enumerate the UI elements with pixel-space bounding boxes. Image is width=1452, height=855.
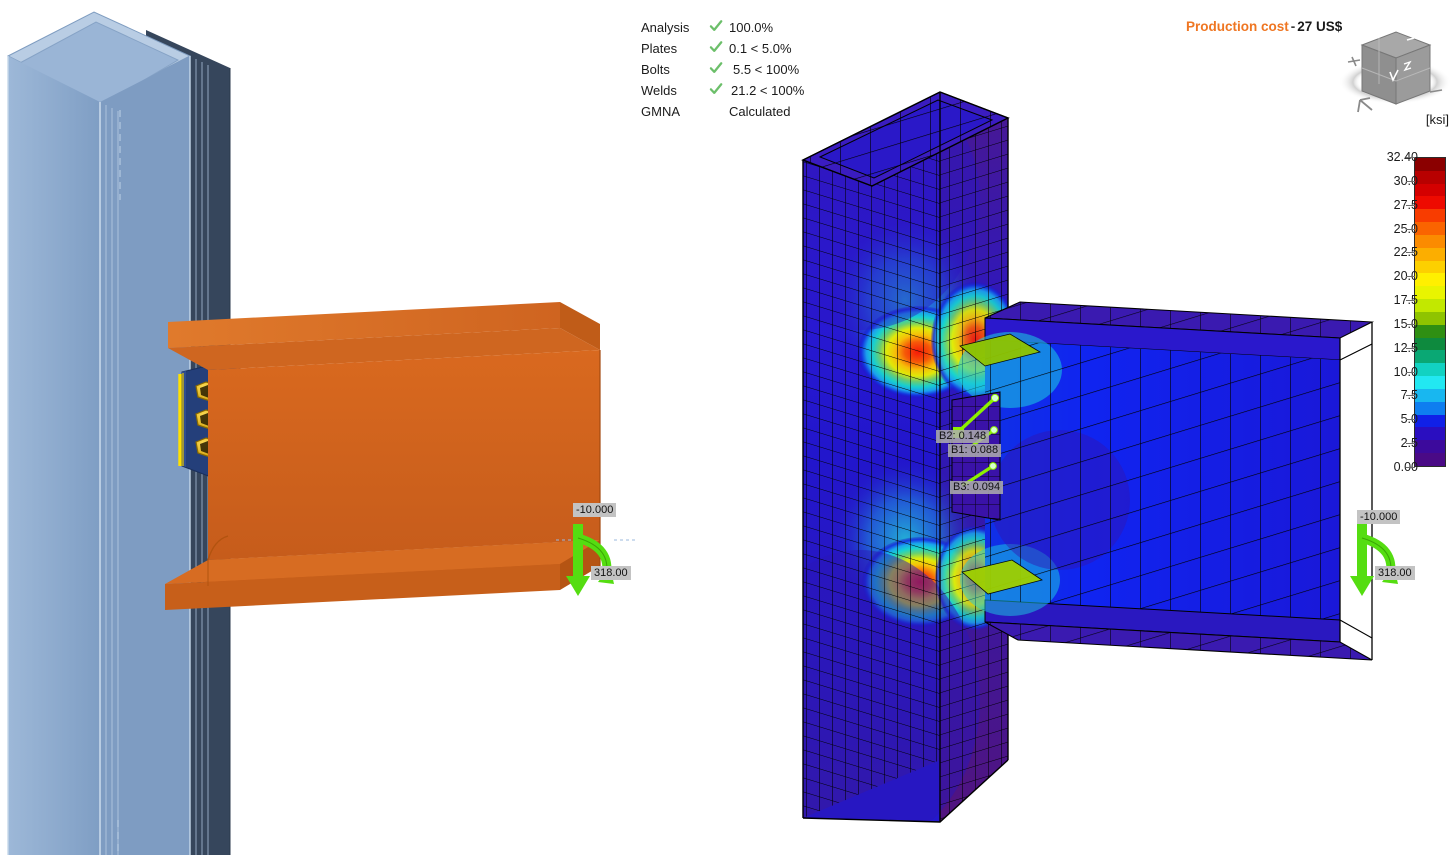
result-row-bolts: Bolts 5.5 < 100% <box>641 59 811 80</box>
legend-band-2 <box>1415 183 1445 197</box>
legend-band-6 <box>1415 234 1445 248</box>
load-moment-label-right: 318.00 <box>1375 566 1415 580</box>
legend-colorbar[interactable] <box>1414 157 1446 467</box>
result-value: 5.5 < 100% <box>733 62 800 77</box>
result-label: Plates <box>641 41 678 56</box>
result-value: 21.2 < 100% <box>731 83 805 98</box>
legend-band-0 <box>1415 158 1445 171</box>
production-cost-label: Production cost <box>1186 19 1289 34</box>
legend-band-21 <box>1415 427 1445 441</box>
legend-tick-mark <box>1406 300 1415 302</box>
production-cost: Production cost -27 US$ <box>1186 19 1342 34</box>
check-icon <box>703 40 729 57</box>
legend-band-19 <box>1415 401 1445 415</box>
result-label: Bolts <box>641 62 670 77</box>
result-label: GMNA <box>641 104 680 119</box>
result-row-gmna: GMNA Calculated <box>641 101 811 122</box>
load-force-label-left: -10.000 <box>573 503 617 517</box>
load-moment-label-left: 318.00 <box>591 566 631 580</box>
legend-band-9 <box>1415 273 1445 287</box>
legend-band-15 <box>1415 350 1445 364</box>
legend-band-8 <box>1415 260 1445 274</box>
legend-tick-mark <box>1406 467 1415 468</box>
viewport[interactable]: Analysis 100.0% Plates 0.1 < 5.0% Bolts … <box>0 0 1452 855</box>
result-value: Calculated <box>729 104 791 119</box>
legend-tick-mark <box>1406 347 1415 349</box>
result-row-welds: Welds 21.2 < 100% <box>641 80 811 101</box>
result-value: 0.1 < 5.0% <box>729 41 792 56</box>
check-icon <box>703 82 729 99</box>
bolt-label-b3: B3: 0.094 <box>950 481 1004 494</box>
legend-band-3 <box>1415 196 1445 210</box>
result-row-analysis: Analysis 100.0% <box>641 17 811 38</box>
beam-web[interactable] <box>208 350 600 560</box>
legend-tick-mark <box>1406 157 1415 158</box>
legend-tick-mark <box>1406 180 1415 182</box>
legend-body: 32.40 30.0 27.5 25.0 22.5 20.0 17.5 15.0 12.5 10.… <box>1340 148 1452 476</box>
legend-tick-mark <box>1406 204 1415 206</box>
check-icon <box>703 19 729 36</box>
legend-tick-mark <box>1406 419 1415 421</box>
legend-band-17 <box>1415 376 1445 389</box>
fea-model <box>801 91 1375 823</box>
legend-band-7 <box>1415 247 1445 261</box>
analysis-results-table: Analysis 100.0% Plates 0.1 < 5.0% Bolts … <box>641 17 811 122</box>
legend-band-5 <box>1415 222 1445 235</box>
legend-band-22 <box>1415 440 1445 454</box>
legend-tick-mark <box>1406 443 1415 445</box>
legend-tick-mark <box>1406 252 1415 254</box>
legend-tick-mark <box>1406 371 1415 373</box>
connection-model-solid <box>6 11 601 855</box>
legend-band-20 <box>1415 414 1445 428</box>
result-label: Analysis <box>641 20 690 35</box>
legend-band-11 <box>1415 299 1445 312</box>
view-cube[interactable] <box>1339 31 1451 113</box>
legend-tick-mark <box>1406 323 1415 325</box>
model-canvas[interactable] <box>0 0 1452 855</box>
legend-tick-mark <box>1406 276 1415 278</box>
legend-band-12 <box>1415 311 1445 325</box>
result-row-plates: Plates 0.1 < 5.0% <box>641 38 811 59</box>
result-label: Welds <box>641 83 677 98</box>
legend-band-4 <box>1415 209 1445 223</box>
column-side-face <box>100 56 190 855</box>
check-icon <box>703 61 729 78</box>
legend-unit: [ksi] <box>1425 112 1449 127</box>
load-force-label-right: -10.000 <box>1357 510 1401 524</box>
legend-band-10 <box>1415 286 1445 300</box>
result-value: 100.0% <box>729 20 774 35</box>
load-arrow-right <box>1350 524 1398 596</box>
production-cost-separator: - <box>1290 19 1296 34</box>
legend-band-16 <box>1415 363 1445 377</box>
legend-tick-mark <box>1406 228 1415 230</box>
legend-band-13 <box>1415 324 1445 338</box>
legend-band-1 <box>1415 170 1445 184</box>
legend-band-14 <box>1415 337 1445 351</box>
legend-tick-mark <box>1406 395 1415 397</box>
bolt-label-b2: B2: 0.148 <box>936 430 990 443</box>
bolt-label-b1: B1: 0.088 <box>948 444 1002 457</box>
production-cost-value: 27 US$ <box>1297 19 1343 34</box>
axis-arrow-left <box>1347 56 1361 67</box>
column-front-face <box>8 56 100 855</box>
legend-band-18 <box>1415 388 1445 402</box>
legend-band-23 <box>1415 453 1445 466</box>
